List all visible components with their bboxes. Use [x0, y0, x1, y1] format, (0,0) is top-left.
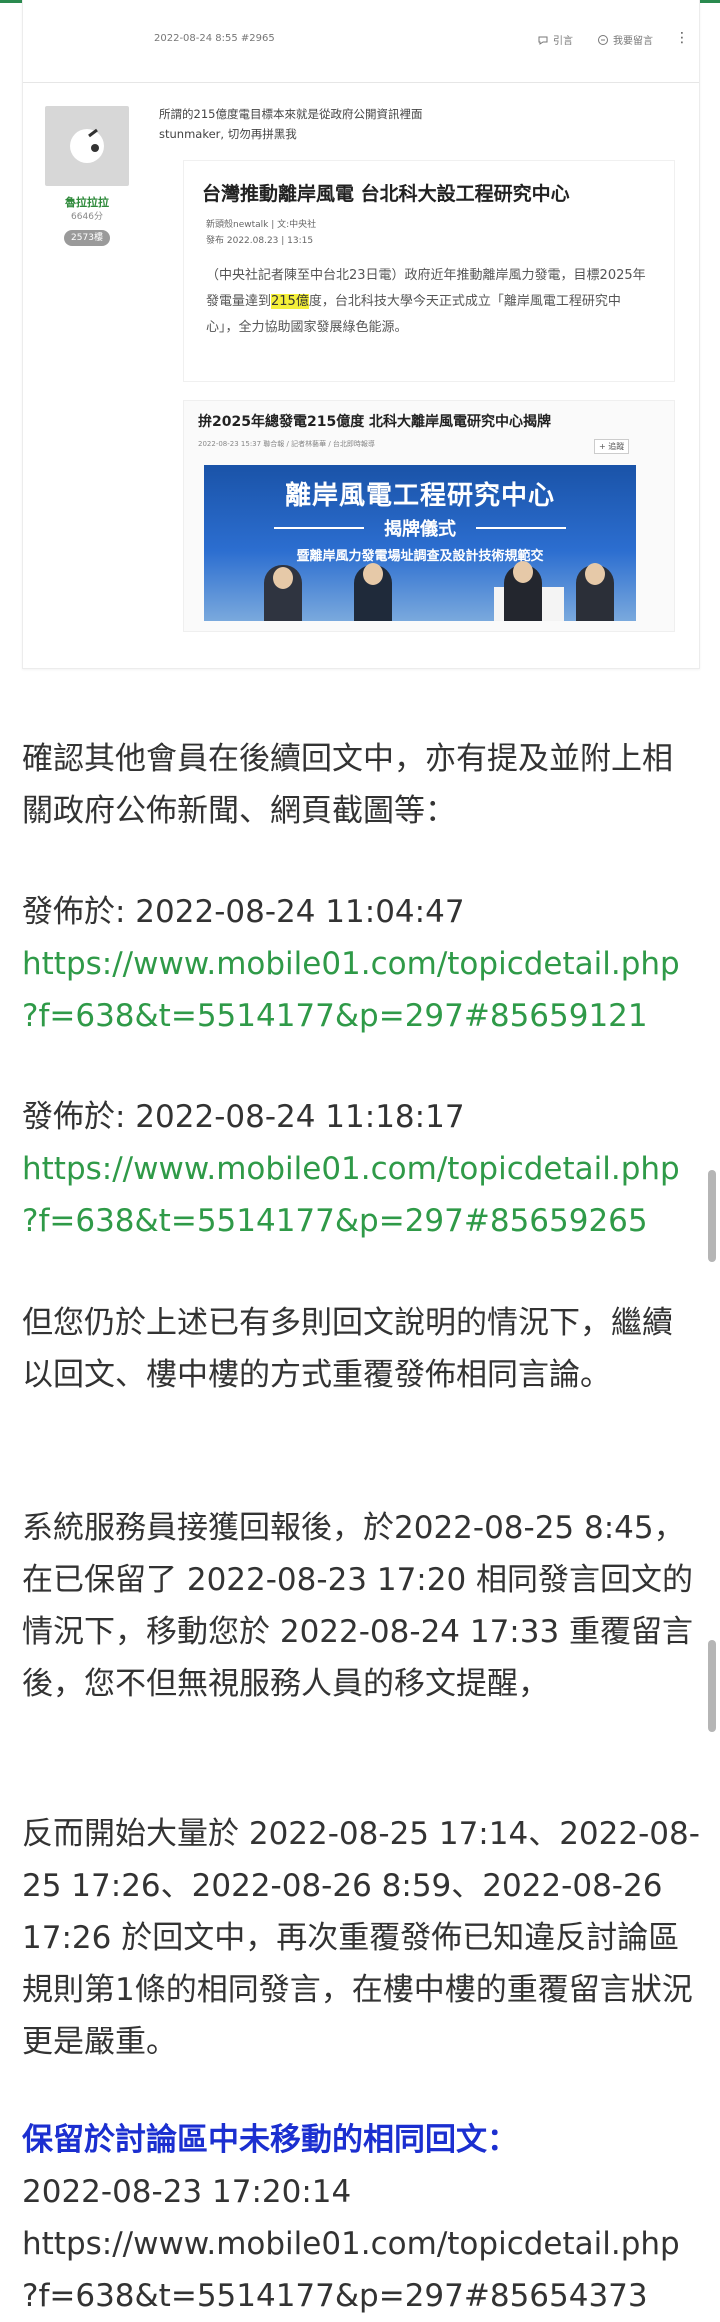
ref3-url-line2[interactable]: ?f=638&t=5514177&p=297#85654373	[22, 2278, 648, 2314]
scrollbar-thumb[interactable]	[708, 1170, 716, 1262]
news-screenshot-2: 拚2025年總發電215億度 北科大離岸風電研究中心揭牌 2022-08-23 …	[183, 400, 675, 632]
comment-action-label: 我要留言	[613, 36, 653, 47]
news1-body: （中央社記者陳至中台北23日電）政府近年推動離岸風力發電，目標2025年發電量達…	[206, 263, 646, 341]
ceremony-photo: 離岸風電工程研究中心 揭牌儀式 暨離岸風力發電場址調查及設計技術規範交	[204, 465, 636, 621]
user-name[interactable]: 魯拉拉拉	[45, 194, 129, 210]
ref2-label: 發佈於: 2022-08-24 11:18:17	[22, 1099, 465, 1135]
section-heading: 保留於討論區中未移動的相同回文：	[22, 2122, 518, 2158]
news1-source: 新頭殼newtalk | 文:中央社	[206, 220, 317, 230]
person-head	[273, 567, 293, 589]
embedded-post-screenshot: 2022-08-24 8:55 #2965 引言 我要留言 ⋮ 魯拉拉拉 664…	[22, 0, 700, 669]
news2-headline: 拚2025年總發電215億度 北科大離岸風電研究中心揭牌	[198, 414, 552, 430]
news2-meta: 2022-08-23 15:37 聯合報 / 記者林藝華 / 台北即時報導	[198, 440, 375, 448]
quote-action-label: 引言	[553, 36, 573, 47]
post-header: 2022-08-24 8:55 #2965 引言 我要留言 ⋮	[23, 0, 699, 83]
comment-icon	[598, 34, 608, 45]
ref2-url-line1[interactable]: https://www.mobile01.com/topicdetail.php	[22, 1151, 680, 1187]
person-head	[585, 563, 605, 585]
default-avatar-icon	[70, 128, 104, 163]
quote-text: 所謂的215億度電目標本來就是從政府公開資訊裡面	[159, 107, 423, 121]
quote-action[interactable]: 引言	[537, 32, 573, 47]
ref1-url-line2[interactable]: ?f=638&t=5514177&p=297#85659121	[22, 998, 648, 1034]
ref3-url-line1[interactable]: https://www.mobile01.com/topicdetail.php	[22, 2226, 680, 2262]
article-paragraph-2: 但您仍於上述已有多則回文說明的情況下，繼續以回文、樓中樓的方式重覆發佈相同言論。	[22, 1305, 673, 1393]
ref1-url-line1[interactable]: https://www.mobile01.com/topicdetail.php	[22, 946, 680, 982]
person-head	[363, 563, 383, 585]
ref1-link[interactable]: https://www.mobile01.com/topicdetail.php…	[22, 938, 702, 1042]
article-paragraph-4: 反而開始大量於 2022-08-25 17:14、2022-08-25 17:2…	[22, 1816, 700, 2060]
more-options-icon[interactable]: ⋮	[675, 30, 689, 46]
comment-action[interactable]: 我要留言	[597, 32, 653, 47]
ref2-link[interactable]: https://www.mobile01.com/topicdetail.php…	[22, 1143, 702, 1247]
floor-badge: 2573樓	[64, 230, 110, 246]
news1-highlight: 215億	[271, 294, 309, 309]
news1-headline: 台灣推動離岸風電 台北科大設工程研究中心	[202, 183, 570, 205]
person-head	[513, 561, 533, 583]
article-paragraph-1: 確認其他會員在後續回文中，亦有提及並附上相關政府公佈新聞、網頁截圖等：	[22, 741, 673, 829]
scrollbar-thumb-secondary[interactable]	[708, 1640, 716, 1732]
news-screenshot-1: 台灣推動離岸風電 台北科大設工程研究中心 新頭殼newtalk | 文:中央社 …	[183, 160, 675, 382]
banner-subtitle: 揭牌儀式	[384, 519, 456, 540]
ref1-label: 發佈於: 2022-08-24 11:04:47	[22, 894, 465, 930]
avatar[interactable]	[45, 106, 129, 186]
banner-rule-right	[476, 527, 566, 529]
news2-follow-button: + 追蹤	[594, 439, 630, 454]
banner-subtitle-2: 暨離岸風力發電場址調查及設計技術規範交	[296, 549, 544, 564]
ref2-url-line2[interactable]: ?f=638&t=5514177&p=297#85659265	[22, 1203, 648, 1239]
user-score: 6646分	[71, 212, 103, 222]
quote-icon	[538, 36, 548, 45]
news1-date: 發布 2022.08.23 | 13:15	[206, 236, 314, 246]
banner-title: 離岸風電工程研究中心	[284, 481, 555, 511]
ref3-label: 2022-08-23 17:20:14	[22, 2174, 352, 2210]
quote-text-2: stunmaker, 切勿再拼黑我	[159, 127, 297, 141]
post-timestamp: 2022-08-24 8:55 #2965	[154, 33, 275, 44]
article-paragraph-3: 系統服務員接獲回報後，於2022-08-25 8:45，在已保留了 2022-0…	[22, 1510, 694, 1702]
ref3-link[interactable]: https://www.mobile01.com/topicdetail.php…	[22, 2218, 702, 2322]
